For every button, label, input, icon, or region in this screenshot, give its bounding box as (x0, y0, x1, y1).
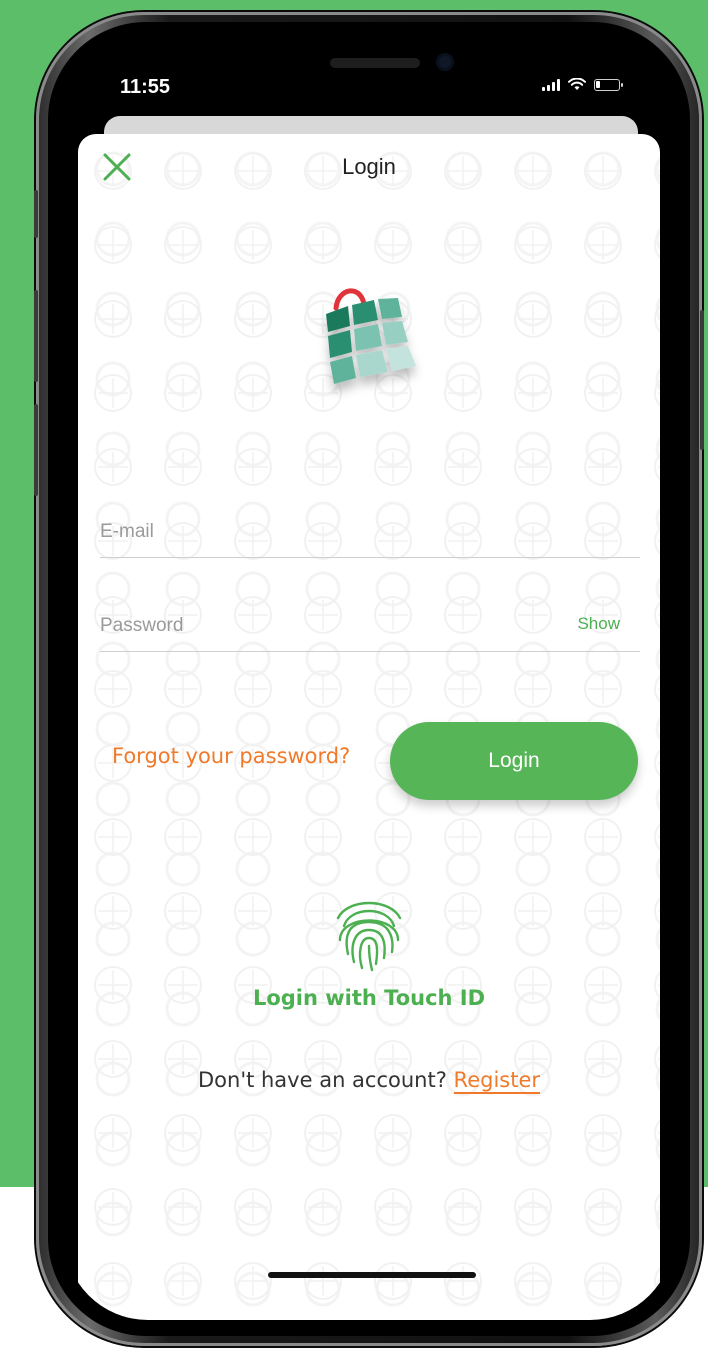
home-indicator[interactable] (268, 1272, 476, 1278)
volume-up-button (34, 290, 38, 382)
battery-icon (594, 78, 623, 91)
power-button (700, 310, 704, 450)
email-field (100, 506, 640, 558)
register-prompt: Don't have an account? (197, 1068, 447, 1092)
status-icons (542, 78, 623, 91)
status-time: 11:55 (120, 76, 171, 98)
password-field: Show (100, 600, 640, 652)
show-password-button[interactable]: Show (577, 614, 620, 634)
touch-id-login-button[interactable]: Login with Touch ID (78, 986, 660, 1010)
login-sheet: Login Show Forgot your password? (78, 134, 660, 1320)
password-input[interactable] (100, 600, 640, 651)
fingerprint-icon[interactable] (330, 896, 408, 974)
volume-down-button (34, 404, 38, 496)
mute-switch (34, 190, 38, 238)
phone-screen: 11:55 Login E-mail Show Forgot your pass… (64, 36, 674, 1320)
page-title: Login (342, 154, 396, 179)
speaker-grille (330, 58, 420, 68)
notch (214, 36, 526, 100)
front-camera (436, 53, 454, 71)
signal-icon (542, 78, 560, 91)
wifi-icon (568, 78, 586, 90)
register-row: Don't have an account? Register (78, 1068, 660, 1094)
app-logo (326, 288, 416, 384)
register-link[interactable]: Register (453, 1068, 541, 1094)
forgot-password-link[interactable]: Forgot your password? (112, 744, 350, 768)
login-button[interactable]: Login (390, 722, 638, 800)
email-input[interactable] (100, 506, 640, 557)
